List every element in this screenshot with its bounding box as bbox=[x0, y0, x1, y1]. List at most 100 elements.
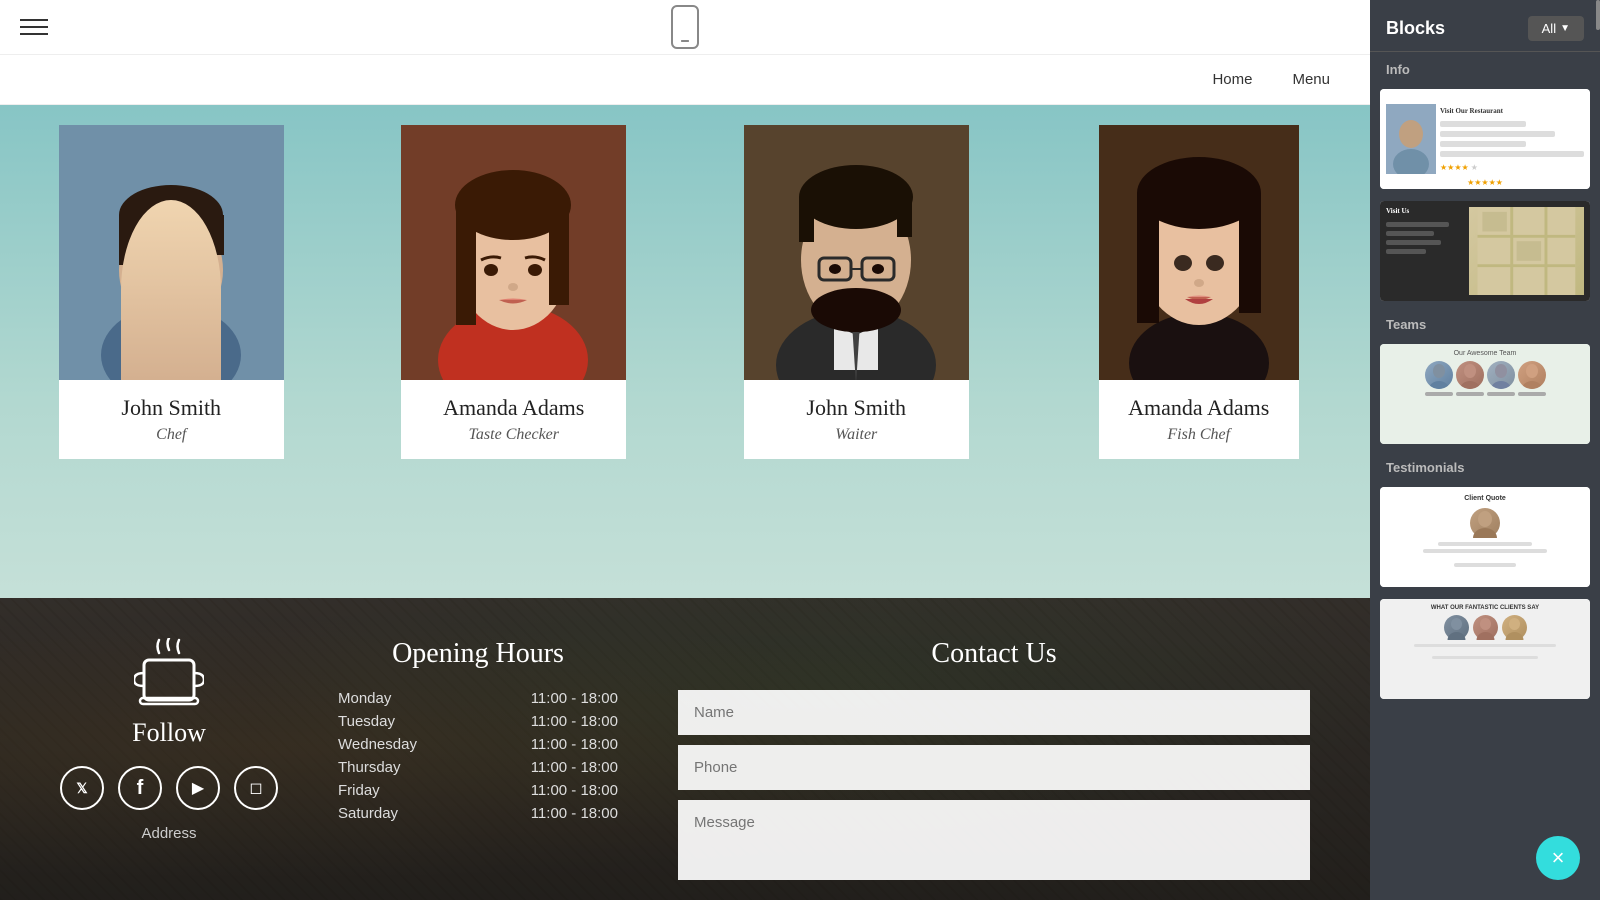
contact-message-input[interactable] bbox=[678, 800, 1310, 880]
preview-testimonial2-avatars bbox=[1444, 615, 1527, 640]
preview-t2-avatar-1 bbox=[1444, 615, 1469, 640]
toolbar bbox=[0, 0, 1370, 55]
hours-time: 11:00 - 18:00 bbox=[531, 805, 618, 822]
team-photo-amanda-fish bbox=[1099, 125, 1299, 380]
sidebar-close-button[interactable]: × bbox=[1536, 836, 1580, 880]
contact-us-title: Contact Us bbox=[678, 638, 1310, 670]
team-card-info-amanda-taste: Amanda Adams Taste Checker bbox=[401, 380, 626, 459]
opening-hours-title: Opening Hours bbox=[338, 638, 618, 670]
all-button-label: All bbox=[1542, 21, 1556, 36]
sidebar: Blocks All ▼ Info ★★★★★ bbox=[1370, 0, 1600, 900]
contact-phone-input[interactable] bbox=[678, 745, 1310, 790]
hours-row-tuesday: Tuesday 11:00 - 18:00 bbox=[338, 713, 618, 730]
team-card-info-john-waiter: John Smith Waiter bbox=[744, 380, 969, 459]
team-photo-john-waiter bbox=[744, 125, 969, 380]
sidebar-block-testimonials-2[interactable]: WHAT OUR FANTASTIC CLIENTS SAY bbox=[1380, 599, 1590, 699]
footer-section: Follow 𝕏 f ▶ ◻ Address Opening Hours Mon… bbox=[0, 598, 1370, 900]
preview-avatar-2 bbox=[1456, 361, 1484, 389]
preview-avatar-labels bbox=[1425, 392, 1546, 396]
team-photo-john-chef bbox=[59, 125, 284, 380]
preview-t2-avatar-2 bbox=[1473, 615, 1498, 640]
hours-row-thursday: Thursday 11:00 - 18:00 bbox=[338, 759, 618, 776]
hours-day: Tuesday bbox=[338, 713, 395, 730]
team-member-name: John Smith bbox=[69, 395, 274, 421]
sidebar-scroll-indicator bbox=[1596, 0, 1600, 30]
team-member-name: John Smith bbox=[754, 395, 959, 421]
hours-row-wednesday: Wednesday 11:00 - 18:00 bbox=[338, 736, 618, 753]
instagram-icon[interactable]: ◻ bbox=[234, 766, 278, 810]
hours-time: 11:00 - 18:00 bbox=[531, 736, 618, 753]
preview-teams-title: Our Awesome Team bbox=[1454, 350, 1517, 357]
hamburger-menu[interactable] bbox=[20, 19, 48, 35]
twitter-icon[interactable]: 𝕏 bbox=[60, 766, 104, 810]
youtube-icon[interactable]: ▶ bbox=[176, 766, 220, 810]
sidebar-header: Blocks All ▼ bbox=[1370, 0, 1600, 52]
hours-day: Thursday bbox=[338, 759, 401, 776]
team-card-john-chef[interactable]: John Smith Chef bbox=[0, 125, 343, 459]
team-member-role: Waiter bbox=[754, 426, 959, 444]
preview-img: ★★★★★ bbox=[1386, 104, 1436, 174]
preview-avatar-4 bbox=[1518, 361, 1546, 389]
team-member-role: Taste Checker bbox=[411, 426, 616, 444]
footer-follow-col: Follow 𝕏 f ▶ ◻ Address bbox=[60, 638, 278, 842]
main-content: Home Menu bbox=[0, 0, 1370, 900]
hours-row-friday: Friday 11:00 - 18:00 bbox=[338, 782, 618, 799]
team-photo-amanda-taste bbox=[401, 125, 626, 380]
team-card-john-waiter[interactable]: John Smith Waiter bbox=[685, 125, 1028, 459]
team-card-amanda-fish[interactable]: Amanda Adams Fish Chef bbox=[1028, 125, 1371, 459]
preview-map bbox=[1469, 207, 1584, 295]
hours-time: 11:00 - 18:00 bbox=[531, 690, 618, 707]
info-block-2-preview: Visit Us bbox=[1380, 201, 1590, 301]
preview-testimonial-text bbox=[1407, 542, 1562, 567]
info-block-1-preview: ★★★★★ Visit Our Restaurant ★★★★★ bbox=[1380, 89, 1590, 189]
sidebar-block-testimonials-1[interactable]: Client Quote bbox=[1380, 487, 1590, 587]
preview-text: Visit Our Restaurant ★★★★★ bbox=[1440, 107, 1584, 172]
sidebar-section-info-label: Info bbox=[1370, 52, 1600, 83]
hours-row-saturday: Saturday 11:00 - 18:00 bbox=[338, 805, 618, 822]
team-grid: John Smith Chef bbox=[0, 105, 1370, 598]
team-card-info-john-chef: John Smith Chef bbox=[59, 380, 284, 459]
preview-fantastic-clients-title: WHAT OUR FANTASTIC CLIENTS SAY bbox=[1431, 605, 1539, 611]
hours-day: Monday bbox=[338, 690, 391, 707]
close-icon: × bbox=[1552, 845, 1565, 871]
restaurant-logo-icon bbox=[134, 638, 204, 718]
preview-dark-text-col: Visit Us bbox=[1386, 207, 1465, 295]
sidebar-section-testimonials-label: Testimonials bbox=[1370, 450, 1600, 481]
preview-avatar-1 bbox=[1425, 361, 1453, 389]
team-member-name: Amanda Adams bbox=[411, 395, 616, 421]
hours-day: Friday bbox=[338, 782, 380, 799]
contact-name-input[interactable] bbox=[678, 690, 1310, 735]
team-member-name: Amanda Adams bbox=[1109, 395, 1289, 421]
hours-time: 11:00 - 18:00 bbox=[531, 713, 618, 730]
navbar: Home Menu bbox=[0, 55, 1370, 105]
hours-time: 11:00 - 18:00 bbox=[531, 759, 618, 776]
testimonials-block-2-preview: WHAT OUR FANTASTIC CLIENTS SAY bbox=[1380, 599, 1590, 699]
all-dropdown-icon: ▼ bbox=[1560, 23, 1570, 34]
teams-block-preview: Our Awesome Team bbox=[1380, 344, 1590, 444]
phone-preview-icon[interactable] bbox=[671, 5, 699, 49]
nav-home[interactable]: Home bbox=[1212, 71, 1252, 88]
sidebar-title: Blocks bbox=[1386, 18, 1445, 39]
facebook-icon[interactable]: f bbox=[118, 766, 162, 810]
hours-table: Monday 11:00 - 18:00 Tuesday 11:00 - 18:… bbox=[338, 690, 618, 822]
team-member-role: Fish Chef bbox=[1109, 426, 1289, 444]
preview-avatar-3 bbox=[1487, 361, 1515, 389]
sidebar-block-info-2[interactable]: Visit Us bbox=[1380, 201, 1590, 301]
team-member-role: Chef bbox=[69, 426, 274, 444]
sidebar-section-teams-label: Teams bbox=[1370, 307, 1600, 338]
sidebar-block-teams-1[interactable]: Our Awesome Team bbox=[1380, 344, 1590, 444]
hours-time: 11:00 - 18:00 bbox=[531, 782, 618, 799]
sidebar-all-button[interactable]: All ▼ bbox=[1528, 16, 1584, 41]
team-card-info-amanda-fish: Amanda Adams Fish Chef bbox=[1099, 380, 1299, 459]
nav-menu[interactable]: Menu bbox=[1292, 71, 1330, 88]
footer-hours-col: Opening Hours Monday 11:00 - 18:00 Tuesd… bbox=[338, 638, 618, 828]
sidebar-block-info-1[interactable]: ★★★★★ Visit Our Restaurant ★★★★★ bbox=[1380, 89, 1590, 189]
preview-team-avatars bbox=[1425, 361, 1546, 389]
preview-client-quote-title: Client Quote bbox=[1464, 495, 1506, 502]
team-card-amanda-taste[interactable]: Amanda Adams Taste Checker bbox=[343, 125, 686, 459]
hours-day: Saturday bbox=[338, 805, 398, 822]
hours-row-monday: Monday 11:00 - 18:00 bbox=[338, 690, 618, 707]
preview-t2-avatar-3 bbox=[1502, 615, 1527, 640]
footer-contact-col: Contact Us bbox=[678, 638, 1310, 880]
follow-label: Follow bbox=[132, 718, 206, 748]
